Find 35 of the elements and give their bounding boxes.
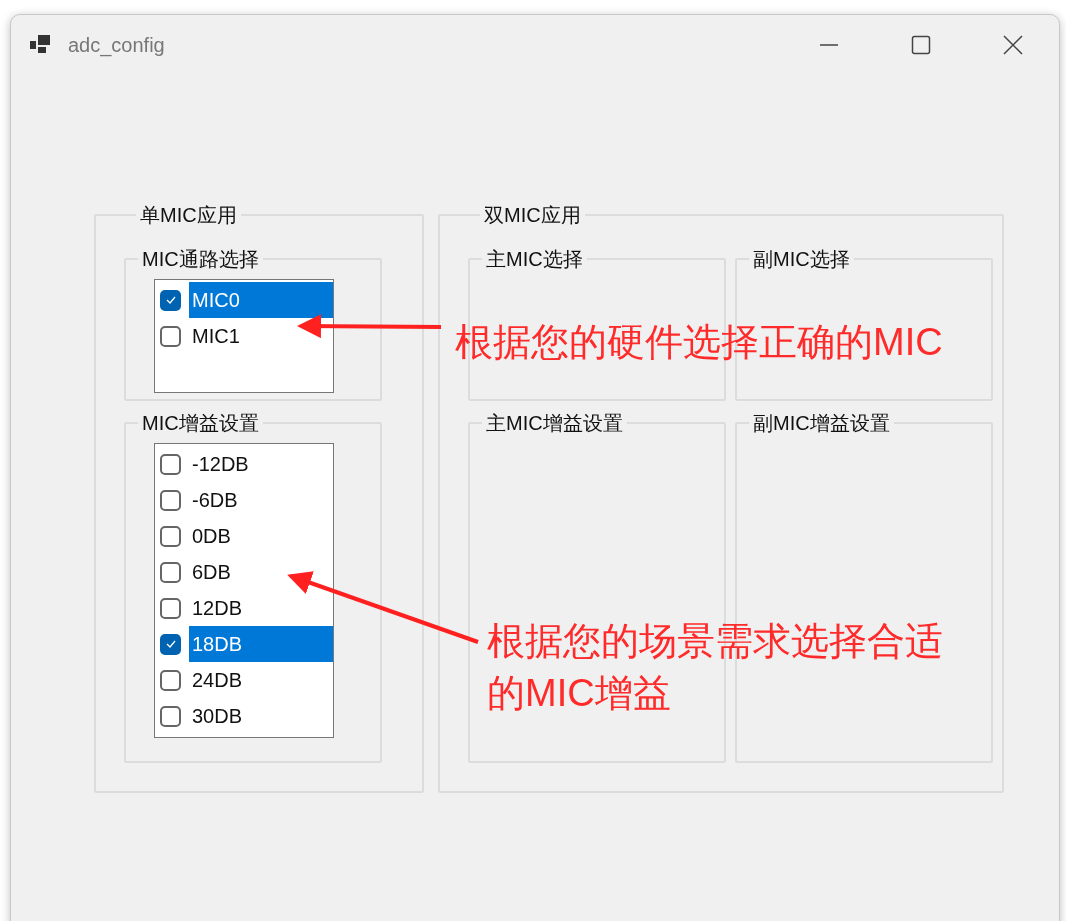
group-title: 双MIC应用: [483, 203, 582, 228]
maximize-icon: [910, 34, 932, 56]
list-item[interactable]: 30DB: [189, 698, 333, 734]
close-icon: [1002, 34, 1024, 56]
app-icon: [30, 35, 52, 55]
list-item[interactable]: 24DB: [189, 662, 333, 698]
checkbox[interactable]: [160, 489, 181, 511]
annotation-text: 根据您的硬件选择正确的MIC: [455, 320, 943, 365]
group-title: MIC增益设置: [141, 411, 260, 436]
checkbox[interactable]: [160, 561, 181, 583]
checkbox[interactable]: [160, 289, 181, 311]
list-item[interactable]: -6DB: [189, 482, 333, 518]
minimize-icon: [820, 44, 838, 46]
group-title: MIC通路选择: [141, 247, 260, 272]
checkbox[interactable]: [160, 669, 181, 691]
list-item[interactable]: 18DB: [189, 626, 333, 662]
list-item[interactable]: 6DB: [189, 554, 333, 590]
group-title: 副MIC增益设置: [752, 411, 891, 436]
checkbox[interactable]: [160, 705, 181, 727]
group-title: 主MIC增益设置: [485, 411, 624, 436]
checkbox[interactable]: [160, 453, 181, 475]
window-title: adc_config: [68, 33, 165, 57]
checkbox[interactable]: [160, 597, 181, 619]
list-item[interactable]: 12DB: [189, 590, 333, 626]
list-item[interactable]: MIC0: [189, 282, 333, 318]
group-title: 主MIC选择: [485, 247, 584, 272]
checkbox[interactable]: [160, 325, 181, 347]
list-item[interactable]: MIC1: [189, 318, 333, 354]
annotation-text: 根据您的场景需求选择合适的MIC增益: [487, 619, 944, 716]
list-item[interactable]: -12DB: [189, 446, 333, 482]
list-item[interactable]: 0DB: [189, 518, 333, 554]
group-title: 单MIC应用: [139, 203, 238, 228]
group-title: 副MIC选择: [752, 247, 851, 272]
checkbox[interactable]: [160, 633, 181, 655]
checkbox[interactable]: [160, 525, 181, 547]
